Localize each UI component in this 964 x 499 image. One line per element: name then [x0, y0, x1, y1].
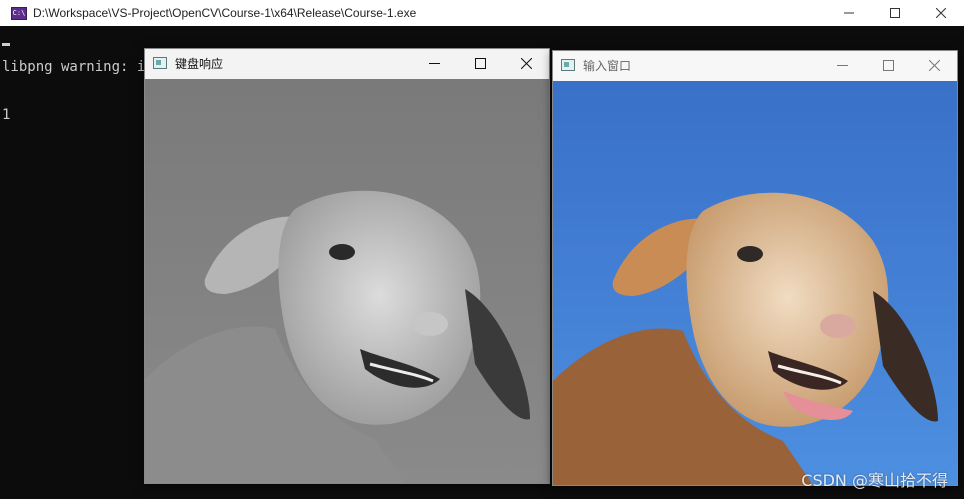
maximize-icon: [890, 8, 900, 18]
window-app-icon: [153, 57, 167, 69]
keyboard-response-window[interactable]: 键盘响应: [144, 48, 550, 484]
maximize-icon: [474, 57, 486, 69]
console-maximize-button[interactable]: [872, 0, 918, 26]
minimize-icon: [428, 62, 440, 64]
color-lamb-photo: [553, 81, 957, 485]
close-icon: [936, 8, 946, 18]
input-close-button[interactable]: [911, 51, 957, 79]
input-maximize-button[interactable]: [865, 51, 911, 79]
keyboard-maximize-button[interactable]: [457, 49, 503, 77]
console-title: D:\Workspace\VS-Project\OpenCV\Course-1\…: [33, 6, 417, 20]
grayscale-lamb-photo: [145, 79, 549, 483]
input-window-title: 输入窗口: [583, 58, 632, 73]
console-minimize-button[interactable]: [826, 0, 872, 26]
console-app-icon: C:\: [11, 6, 27, 20]
input-window-titlebar[interactable]: 输入窗口: [553, 51, 957, 79]
keyboard-close-button[interactable]: [503, 49, 549, 77]
minimize-icon: [844, 12, 854, 14]
csdn-watermark: CSDN @寒山拾不得: [801, 471, 948, 490]
minimize-icon: [836, 64, 848, 66]
close-icon: [928, 59, 940, 71]
maximize-icon: [882, 59, 894, 71]
console-close-button[interactable]: [918, 0, 964, 26]
keyboard-window-titlebar[interactable]: 键盘响应: [145, 49, 549, 77]
keyboard-window-title: 键盘响应: [175, 56, 224, 71]
console-titlebar[interactable]: C:\ D:\Workspace\VS-Project\OpenCV\Cours…: [0, 0, 964, 26]
input-minimize-button[interactable]: [819, 51, 865, 79]
input-window[interactable]: 输入窗口: [552, 50, 958, 486]
keyboard-minimize-button[interactable]: [411, 49, 457, 77]
console-cursor: [2, 43, 10, 46]
close-icon: [520, 57, 532, 69]
window-app-icon: [561, 59, 575, 71]
